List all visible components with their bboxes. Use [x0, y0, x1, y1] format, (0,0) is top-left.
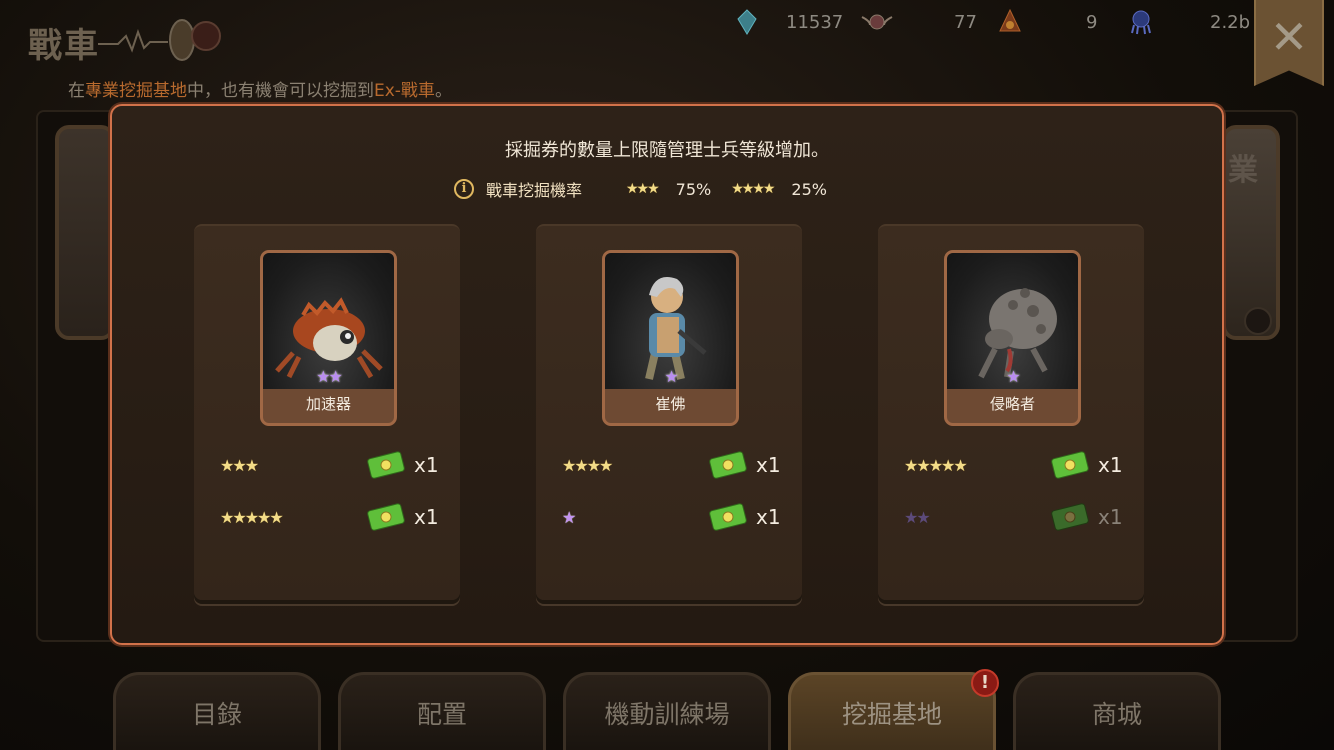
unit-portrait[interactable]: ★ 崔佛	[602, 250, 739, 426]
magnifier-icon	[1244, 307, 1272, 335]
reward-stars: ★★	[904, 507, 931, 527]
rate-stars-4: ★★★★	[731, 181, 775, 197]
ticket-icon	[709, 451, 747, 479]
reward-row-locked: ★★ x1	[904, 500, 1124, 534]
reward-quantity: x1	[414, 505, 439, 529]
rate-stars-3: ★★★	[626, 181, 660, 197]
portrait-stars: ★	[1006, 367, 1020, 386]
tab-excavation-base[interactable]: 挖掘基地!	[788, 669, 999, 750]
tank-dig-info-dialog: 採掘券的數量上限隨管理士兵等級增加。 i 戰車挖掘機率 ★★★ 75% ★★★★…	[110, 104, 1224, 645]
resource-flame: 9	[994, 8, 1097, 36]
excavation-notice: 在專業挖掘基地中，也有機會可以挖掘到Ex-戰車。	[68, 81, 452, 101]
resource-alien: 2.2b	[1128, 8, 1250, 36]
wings-medal-icon	[861, 14, 893, 30]
portrait-stars: ★★	[316, 367, 343, 386]
reward-row: ★ x1	[562, 500, 782, 534]
reward-row: ★★★★★ x1	[904, 448, 1124, 482]
portrait-stars: ★	[664, 367, 678, 386]
reward-stars: ★★★	[220, 455, 259, 475]
reward-quantity: x1	[1098, 505, 1123, 529]
background-card-left	[55, 125, 115, 340]
rate-percent-3: 75%	[675, 179, 712, 199]
reward-quantity: x1	[756, 505, 781, 529]
ticket-icon	[1051, 503, 1089, 531]
reward-quantity: x1	[414, 453, 439, 477]
dig-rate-row: i 戰車挖掘機率 ★★★ 75% ★★★★ 25%	[454, 176, 847, 202]
background-card-glyph: 業	[1228, 153, 1258, 188]
alien-icon	[1131, 10, 1151, 35]
unit-name: 侵略者	[989, 395, 1035, 413]
reward-stars: ★★★★★	[904, 455, 968, 475]
reward-stars: ★	[562, 507, 576, 527]
unit-portrait[interactable]: ★ 侵略者	[944, 250, 1081, 426]
reward-row: ★★★★ x1	[562, 448, 782, 482]
info-icon[interactable]: i	[454, 179, 474, 199]
dig-rate-label: 戰車挖掘機率	[486, 181, 583, 200]
reward-stars: ★★★★★	[220, 507, 284, 527]
background-card-right: 業	[1222, 125, 1280, 340]
resource-medal: 77	[860, 8, 977, 36]
heartbeat-emblem-icon	[98, 19, 221, 61]
reward-quantity: x1	[1098, 453, 1123, 477]
unit-card[interactable]: ★★ 加速器 ★★★ x1 ★★★★★ x1	[194, 224, 460, 600]
tab-catalog[interactable]: 目錄	[113, 672, 321, 750]
ticket-icon	[367, 503, 405, 531]
close-icon[interactable]: ✕	[1256, 14, 1322, 60]
ticket-icon	[367, 451, 405, 479]
ticket-icon	[1051, 451, 1089, 479]
tab-training-ground[interactable]: 機動訓練場	[563, 672, 771, 750]
ticket-icon	[709, 503, 747, 531]
dialog-title: 採掘券的數量上限隨管理士兵等級增加。	[505, 140, 829, 161]
reward-row: ★★★★★ x1	[220, 500, 440, 534]
unit-card[interactable]: ★ 侵略者 ★★★★★ x1 ★★ x1	[878, 224, 1144, 600]
page-title: 戰車	[28, 26, 100, 66]
crystal-icon	[737, 9, 757, 35]
reward-row: ★★★ x1	[220, 448, 440, 482]
resource-crystal: 11537	[734, 8, 843, 36]
unit-name: 崔佛	[655, 395, 686, 413]
unit-portrait[interactable]: ★★ 加速器	[260, 250, 397, 426]
flame-emblem-icon	[999, 9, 1021, 32]
tab-shop[interactable]: 商城	[1013, 672, 1221, 750]
tab-deployment[interactable]: 配置	[338, 672, 546, 750]
alert-badge: !	[971, 669, 999, 697]
reward-quantity: x1	[756, 453, 781, 477]
unit-card[interactable]: ★ 崔佛 ★★★★ x1 ★ x1	[536, 224, 802, 600]
rate-percent-4: 25%	[791, 179, 827, 199]
reward-stars: ★★★★	[562, 455, 613, 475]
unit-name: 加速器	[305, 395, 351, 413]
